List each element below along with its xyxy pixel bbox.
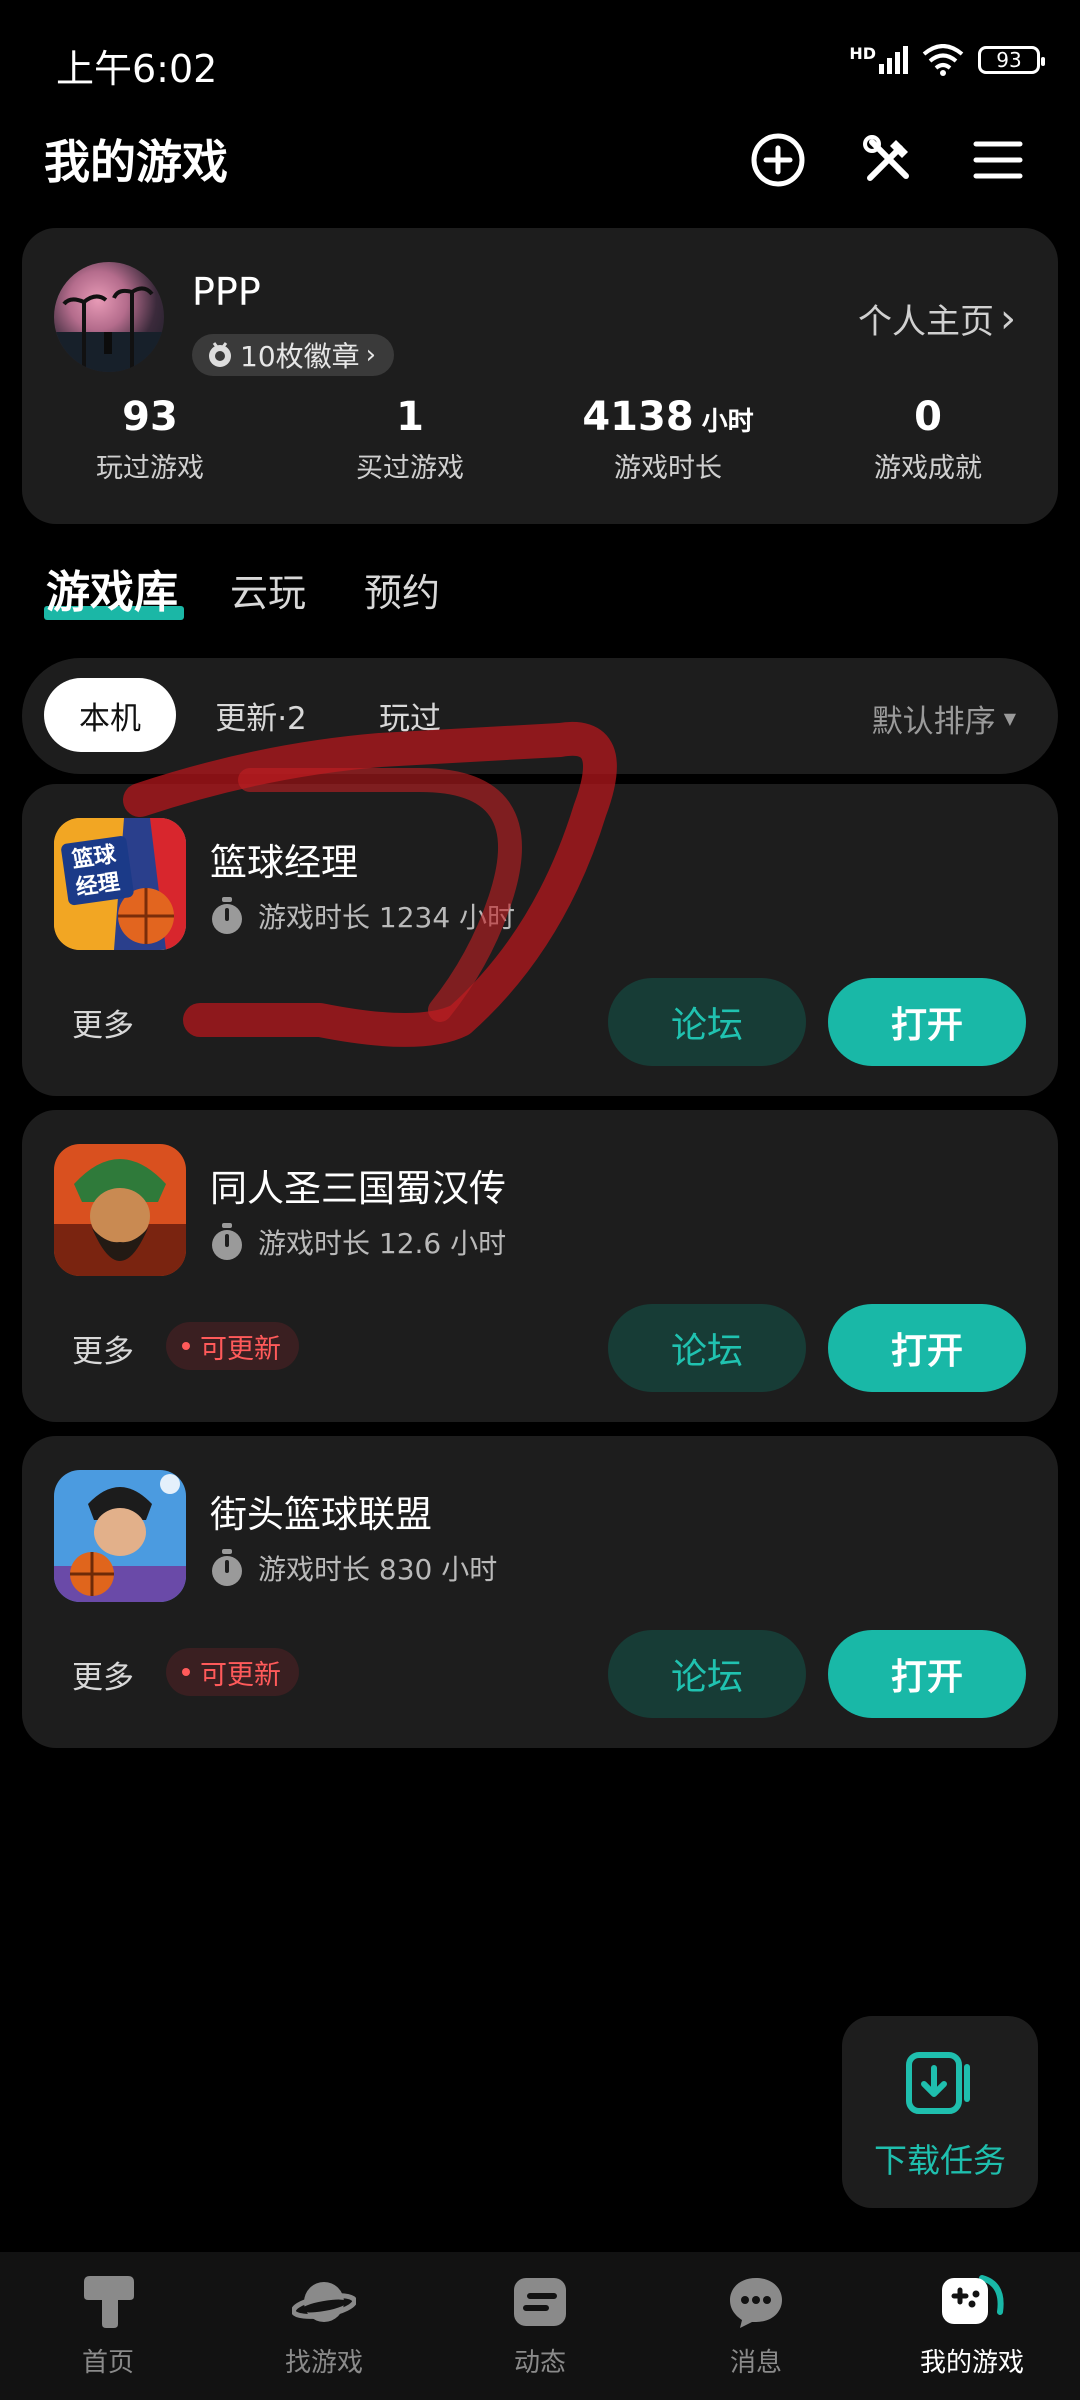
stat-bought[interactable]: 1 买过游戏 — [300, 394, 520, 485]
update-available-tag: 可更新 — [166, 1648, 299, 1696]
message-icon — [730, 2278, 782, 2328]
signal-icon: HD — [849, 46, 908, 74]
stat-played[interactable]: 93 玩过游戏 — [40, 394, 260, 485]
stopwatch-icon — [212, 1223, 242, 1260]
badge-button[interactable]: 10枚徽章 › — [192, 334, 395, 376]
caret-down-icon: ▼ — [1003, 709, 1016, 728]
three-kingdoms-art — [54, 1144, 186, 1276]
add-circle-icon — [751, 133, 805, 187]
game-playtime: 游戏时长 830 小时 — [210, 1548, 497, 1588]
badge-count: 10枚徽章 — [240, 340, 360, 373]
dot-icon — [182, 1342, 190, 1350]
battery-level: 93 — [996, 48, 1022, 72]
homepage-label: 个人主页 — [858, 302, 994, 342]
street-basketball-art — [54, 1470, 186, 1602]
nav-label: 我的游戏 — [919, 2348, 1024, 2378]
planet-icon — [292, 2282, 356, 2322]
nav-feed[interactable]: 动态 — [460, 2272, 620, 2379]
game-playtime: 游戏时长 12.6 小时 — [210, 1222, 506, 1262]
tab-reservation[interactable]: 预约 — [364, 562, 440, 617]
nav-label: 首页 — [81, 2348, 134, 2378]
avatar[interactable] — [54, 262, 164, 372]
page-title: 我的游戏 — [44, 135, 228, 189]
sort-dropdown[interactable]: 默认排序 ▼ — [872, 696, 1016, 741]
update-available-tag: 可更新 — [166, 1322, 299, 1370]
tab-cloud-play[interactable]: 云玩 — [230, 562, 306, 617]
add-game-button[interactable] — [748, 130, 808, 190]
stat-label: 买过游戏 — [356, 453, 464, 484]
menu-icon — [973, 141, 1023, 179]
status-time: 上午6:02 — [56, 47, 218, 91]
chevron-right-icon: › — [365, 340, 377, 370]
wifi-icon — [922, 44, 964, 76]
status-indicators: HD 93 — [849, 44, 1045, 76]
avatar-image — [54, 286, 164, 372]
game-icon[interactable] — [54, 1144, 186, 1276]
open-button[interactable]: 打开 — [828, 978, 1026, 1066]
game-title: 街头篮球联盟 — [210, 1493, 432, 1536]
gamepad-icon — [942, 2275, 1004, 2324]
username: PPP — [192, 270, 261, 314]
hd-label: HD — [849, 44, 876, 63]
stat-value: 93 — [122, 394, 178, 440]
playtime-label: 游戏时长 830 小时 — [258, 1553, 498, 1586]
tab-library[interactable]: 游戏库 — [46, 556, 178, 620]
nav-label: 消息 — [729, 2348, 782, 2378]
nav-label: 找游戏 — [284, 2348, 363, 2378]
forum-button[interactable]: 论坛 — [608, 1304, 806, 1392]
medal-icon — [209, 342, 231, 367]
stat-label: 玩过游戏 — [96, 453, 204, 484]
nav-find-games[interactable]: 找游戏 — [244, 2272, 404, 2379]
nav-home[interactable]: 首页 — [28, 2272, 188, 2379]
stat-playtime[interactable]: 4138 小时 游戏时长 — [558, 394, 778, 485]
sort-label: 默认排序 — [871, 704, 996, 740]
chevron-right-icon: › — [1000, 295, 1016, 342]
more-button[interactable]: 更多 — [72, 1652, 134, 1697]
open-button[interactable]: 打开 — [828, 1630, 1026, 1718]
nav-messages[interactable]: 消息 — [676, 2272, 836, 2379]
stat-value: 0 — [914, 394, 942, 440]
dot-icon — [182, 1668, 190, 1676]
open-button[interactable]: 打开 — [828, 1304, 1026, 1392]
game-title: 同人圣三国蜀汉传 — [210, 1167, 506, 1210]
download-icon — [906, 2052, 970, 2114]
update-label: 可更新 — [200, 1333, 281, 1365]
more-button[interactable]: 更多 — [72, 1326, 134, 1371]
playtime-label: 游戏时长 12.6 小时 — [258, 1227, 507, 1260]
home-icon — [84, 2276, 134, 2328]
tools-button[interactable] — [858, 130, 918, 190]
stat-unit: 小时 — [701, 407, 754, 437]
stat-label: 游戏时长 — [614, 453, 722, 484]
stopwatch-icon — [212, 1549, 242, 1586]
game-icon[interactable] — [54, 1470, 186, 1602]
nav-my-games[interactable]: 我的游戏 — [892, 2272, 1052, 2379]
battery-icon: 93 — [978, 46, 1045, 74]
stat-value: 4138 — [582, 394, 694, 440]
download-task-label: 下载任务 — [874, 2141, 1006, 2180]
feed-icon — [514, 2278, 566, 2326]
forum-button[interactable]: 论坛 — [608, 1630, 806, 1718]
stat-label: 游戏成就 — [874, 453, 982, 484]
tools-icon — [863, 135, 909, 181]
menu-button[interactable] — [968, 130, 1028, 190]
stat-achievements[interactable]: 0 游戏成就 — [818, 394, 1038, 485]
update-label: 可更新 — [200, 1659, 281, 1691]
stat-value: 1 — [396, 394, 424, 440]
homepage-link[interactable]: 个人主页 › — [858, 294, 1016, 343]
red-scribble-mark — [123, 721, 617, 1047]
nav-label: 动态 — [513, 2348, 566, 2378]
